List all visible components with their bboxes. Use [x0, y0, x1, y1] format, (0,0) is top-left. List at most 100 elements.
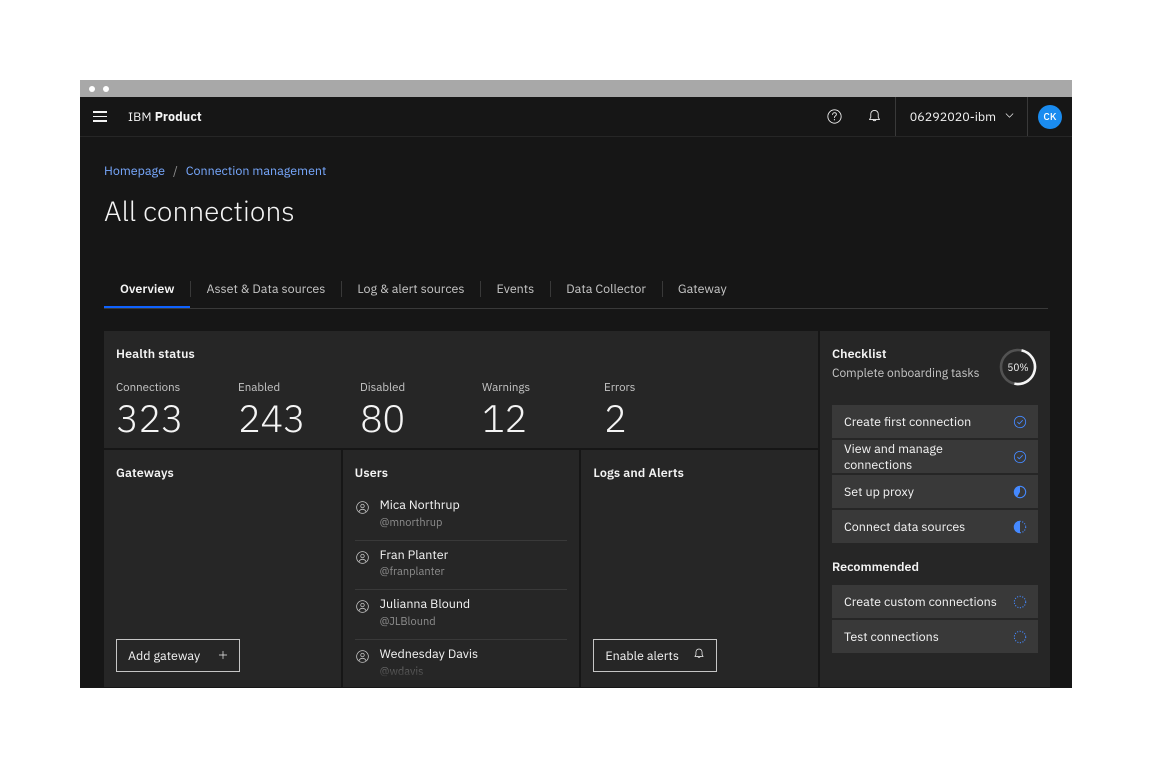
logs-and-alerts-title: Logs and Alerts [593, 465, 806, 481]
checklist-progress-label: 50% [998, 347, 1038, 387]
health-status-card: Health status Connections 323 Enabled 24… [104, 331, 818, 448]
incomplete-dotted-circle-icon [1013, 630, 1027, 644]
stat-label: Disabled [360, 380, 482, 395]
progress-quarter-icon [1013, 485, 1027, 499]
stat-label: Errors [604, 380, 726, 395]
health-status-stats: Connections 323 Enabled 243 Disabled 80 … [116, 380, 802, 439]
breadcrumb-item-homepage[interactable]: Homepage [104, 163, 165, 179]
breadcrumb-item-connection-management[interactable]: Connection management [186, 163, 327, 179]
tab-overview[interactable]: Overview [104, 272, 190, 308]
checklist-item-view-and-manage-connections[interactable]: View and manage connections [832, 440, 1038, 473]
enable-alerts-button[interactable]: Enable alerts [593, 639, 717, 672]
tab-events[interactable]: Events [480, 272, 550, 308]
health-status-title: Health status [116, 346, 802, 362]
recommended-section-title: Recommended [832, 559, 1038, 575]
page-content: Homepage / Connection management All con… [80, 137, 1072, 687]
gateways-card: Gateways Add gateway [104, 450, 341, 687]
window-dot-1[interactable] [89, 86, 95, 92]
stat-value: 12 [482, 398, 604, 439]
user-handle: @franplanter [380, 565, 449, 579]
recommended-item-label: Test connections [844, 629, 1013, 645]
tab-bar: Overview Asset & Data sources Log & aler… [104, 272, 1048, 309]
logs-and-alerts-card: Logs and Alerts Enable alerts [581, 450, 818, 687]
account-selector[interactable]: 06292020-ibm [895, 97, 1028, 136]
list-item[interactable]: Julianna Blound @JLBlound [355, 590, 568, 640]
user-name: Julianna Blound [380, 597, 471, 613]
global-header: IBM Product 06292020-ibm [80, 97, 1072, 137]
window-dot-2[interactable] [103, 86, 109, 92]
breadcrumb: Homepage / Connection management [92, 137, 1060, 179]
user-avatar-icon [355, 599, 370, 619]
app-window: IBM Product 06292020-ibm [80, 80, 1072, 688]
checklist-item-label: View and manage connections [844, 441, 1013, 473]
bottom-cards-row: Gateways Add gateway Users [104, 450, 818, 687]
recommended-item-label: Create custom connections [844, 594, 1013, 610]
checkmark-filled-icon [1013, 450, 1027, 464]
checklist-item-label: Create first connection [844, 414, 1013, 430]
stat-connections: Connections 323 [116, 380, 238, 439]
user-handle: @JLBlound [380, 615, 471, 629]
user-handle: @wdavis [380, 665, 479, 679]
users-title: Users [355, 465, 568, 481]
list-item[interactable]: Wednesday Davis @wdavis [355, 640, 568, 687]
checklist-progress-ring: 50% [998, 347, 1038, 387]
checklist-title: Checklist [832, 346, 998, 362]
checklist-items: Create first connection View and manage … [832, 405, 1038, 543]
add-gateway-button[interactable]: Add gateway [116, 639, 240, 672]
users-card: Users Mica Northrup [343, 450, 580, 687]
checkmark-filled-icon [1013, 415, 1027, 429]
checklist-subtitle: Complete onboarding tasks [832, 366, 998, 381]
tab-gateway[interactable]: Gateway [662, 272, 743, 308]
breadcrumb-separator: / [173, 163, 178, 179]
avatar-container: CK [1028, 97, 1072, 136]
checklist-header: Checklist Complete onboarding tasks 50% [832, 346, 1038, 387]
plus-icon [217, 649, 229, 663]
window-titlebar [80, 80, 1072, 97]
account-label: 06292020-ibm [910, 109, 996, 125]
incomplete-dotted-circle-icon [1013, 595, 1027, 609]
hamburger-menu-icon[interactable] [80, 97, 120, 136]
checklist-item-connect-data-sources[interactable]: Connect data sources [832, 510, 1038, 543]
checklist-item-label: Set up proxy [844, 484, 1013, 500]
stat-value: 80 [360, 398, 482, 439]
recommended-item-test-connections[interactable]: Test connections [832, 620, 1038, 653]
stat-label: Warnings [482, 380, 604, 395]
dashboard-grid: Health status Connections 323 Enabled 24… [104, 331, 1048, 687]
checklist-item-label: Connect data sources [844, 519, 1013, 535]
list-item[interactable]: Fran Planter @franplanter [355, 541, 568, 591]
user-avatar-icon [355, 550, 370, 570]
checklist-item-set-up-proxy[interactable]: Set up proxy [832, 475, 1038, 508]
help-circle-icon[interactable] [815, 97, 855, 136]
recommended-item-create-custom-connections[interactable]: Create custom connections [832, 585, 1038, 618]
page-title: All connections [92, 179, 1060, 229]
user-name: Wednesday Davis [380, 647, 479, 663]
stat-label: Enabled [238, 380, 360, 395]
stat-value: 2 [604, 398, 726, 439]
tab-data-collector[interactable]: Data Collector [550, 272, 662, 308]
checklist-header-text: Checklist Complete onboarding tasks [832, 346, 998, 381]
brand-title[interactable]: IBM Product [120, 109, 202, 125]
stat-value: 243 [238, 398, 360, 439]
brand-name: Product [155, 109, 202, 125]
gateways-title: Gateways [116, 465, 329, 481]
stat-errors: Errors 2 [604, 380, 726, 439]
tab-log-and-alert-sources[interactable]: Log & alert sources [341, 272, 480, 308]
user-name: Mica Northrup [380, 498, 460, 514]
add-gateway-label: Add gateway [128, 648, 200, 664]
user-info: Julianna Blound @JLBlound [380, 597, 471, 629]
tab-asset-and-data-sources[interactable]: Asset & Data sources [190, 272, 341, 308]
checklist-panel: Checklist Complete onboarding tasks 50% … [820, 331, 1050, 687]
user-avatar-icon [355, 649, 370, 669]
user-handle: @mnorthrup [380, 516, 460, 530]
brand-prefix: IBM [128, 109, 152, 125]
stat-value: 323 [116, 398, 238, 439]
checklist-item-create-first-connection[interactable]: Create first connection [832, 405, 1038, 438]
stat-enabled: Enabled 243 [238, 380, 360, 439]
avatar[interactable]: CK [1038, 105, 1062, 129]
user-name: Fran Planter [380, 548, 449, 564]
user-avatar-icon [355, 500, 370, 520]
bell-icon[interactable] [855, 97, 895, 136]
chevron-down-icon [1004, 109, 1015, 125]
list-item[interactable]: Mica Northrup @mnorthrup [355, 491, 568, 541]
user-info: Fran Planter @franplanter [380, 548, 449, 580]
